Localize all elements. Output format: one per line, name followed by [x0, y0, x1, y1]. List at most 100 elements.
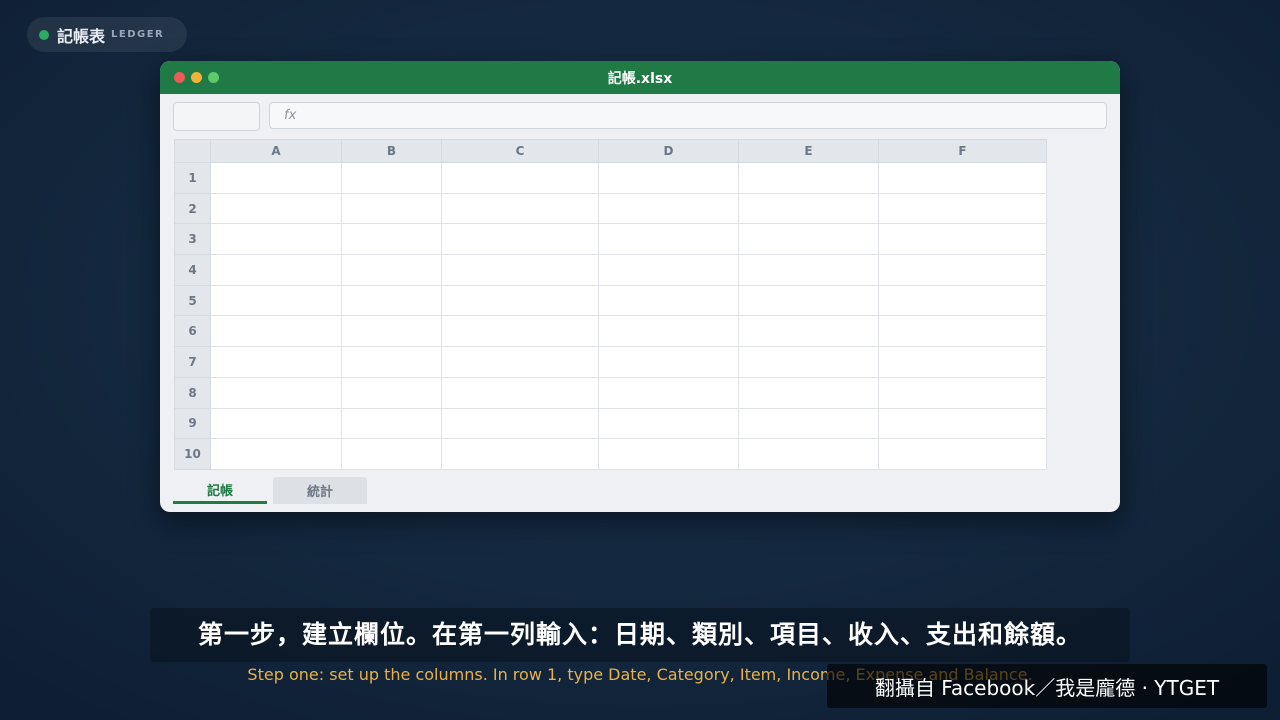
cell[interactable]: [878, 376, 1047, 409]
cell[interactable]: [738, 315, 879, 348]
cell[interactable]: [878, 284, 1047, 317]
cell[interactable]: [598, 284, 739, 317]
cell[interactable]: [210, 346, 342, 378]
cell[interactable]: [878, 346, 1047, 378]
cell[interactable]: [598, 315, 739, 348]
sheet-tab-active[interactable]: 記帳: [173, 477, 267, 504]
cell-grid: A B C D E F 1 2 3 4 5 6 7 8 9 10: [174, 139, 1047, 470]
cell[interactable]: [598, 438, 739, 470]
cell[interactable]: [738, 407, 879, 440]
grid-row: 7: [174, 346, 1047, 378]
row-header[interactable]: 5: [174, 284, 211, 317]
cell[interactable]: [210, 407, 342, 440]
cell[interactable]: [878, 438, 1047, 470]
cell[interactable]: [341, 315, 442, 348]
cell[interactable]: [598, 407, 739, 440]
column-header[interactable]: F: [878, 139, 1047, 163]
cell[interactable]: [341, 162, 442, 194]
cell[interactable]: [341, 254, 442, 286]
cell[interactable]: [878, 254, 1047, 286]
cell[interactable]: [341, 346, 442, 378]
grid-row: 4: [174, 254, 1047, 286]
cell[interactable]: [441, 284, 599, 317]
cell[interactable]: [341, 376, 442, 409]
cell[interactable]: [441, 315, 599, 348]
cell[interactable]: [441, 162, 599, 194]
spreadsheet-window: 記帳.xlsx fx A B C D E F 1 2 3 4 5 6 7 8 9 10 記帳 統計: [160, 61, 1120, 512]
row-header[interactable]: 8: [174, 376, 211, 409]
cell[interactable]: [878, 407, 1047, 440]
window-title: 記帳.xlsx: [607, 70, 673, 87]
cell[interactable]: [878, 315, 1047, 348]
cell[interactable]: [341, 407, 442, 440]
cell[interactable]: [878, 192, 1047, 225]
row-header[interactable]: 6: [174, 315, 211, 348]
close-button[interactable]: [174, 72, 185, 83]
row-header[interactable]: 4: [174, 254, 211, 286]
badge-subtitle: LEDGER: [111, 29, 165, 40]
cell[interactable]: [341, 192, 442, 225]
cell[interactable]: [341, 284, 442, 317]
cell[interactable]: [738, 223, 879, 256]
row-header[interactable]: 9: [174, 407, 211, 440]
cell[interactable]: [598, 254, 739, 286]
cell[interactable]: [210, 254, 342, 286]
select-all-corner[interactable]: [174, 139, 211, 163]
cell[interactable]: [738, 284, 879, 317]
row-header[interactable]: 7: [174, 346, 211, 378]
grid-row: 9: [174, 407, 1047, 440]
cell[interactable]: [441, 407, 599, 440]
cell[interactable]: [738, 376, 879, 409]
cell[interactable]: [878, 223, 1047, 256]
minimize-button[interactable]: [191, 72, 202, 83]
cell[interactable]: [210, 376, 342, 409]
cell[interactable]: [341, 223, 442, 256]
source-watermark: 翻攝自 Facebook／我是龐德 · YTGET: [827, 664, 1267, 708]
cell[interactable]: [738, 162, 879, 194]
row-header[interactable]: 10: [174, 438, 211, 470]
column-header[interactable]: B: [341, 139, 442, 163]
cell[interactable]: [598, 376, 739, 409]
cell[interactable]: [210, 162, 342, 194]
cell[interactable]: [210, 223, 342, 256]
cell[interactable]: [441, 376, 599, 409]
cell[interactable]: [738, 254, 879, 286]
badge-title: 記帳表: [57, 26, 106, 46]
window-controls: [174, 72, 219, 83]
column-header[interactable]: C: [441, 139, 599, 163]
cell[interactable]: [441, 223, 599, 256]
cell[interactable]: [210, 284, 342, 317]
row-header[interactable]: 2: [174, 192, 211, 225]
fx-icon: fx: [284, 108, 297, 123]
column-header[interactable]: A: [210, 139, 342, 163]
cell[interactable]: [598, 192, 739, 225]
cell[interactable]: [441, 254, 599, 286]
column-header[interactable]: D: [598, 139, 739, 163]
row-header[interactable]: 3: [174, 223, 211, 256]
cell[interactable]: [341, 438, 442, 470]
name-box[interactable]: [173, 102, 260, 131]
cell[interactable]: [738, 346, 879, 378]
cell[interactable]: [878, 162, 1047, 194]
cell[interactable]: [210, 438, 342, 470]
cell[interactable]: [598, 223, 739, 256]
cell[interactable]: [441, 346, 599, 378]
cell[interactable]: [441, 192, 599, 225]
cell[interactable]: [598, 346, 739, 378]
grid-row: 2: [174, 192, 1047, 225]
title-bar: 記帳.xlsx: [160, 61, 1120, 94]
cell[interactable]: [738, 192, 879, 225]
cell[interactable]: [738, 438, 879, 470]
column-header[interactable]: E: [738, 139, 879, 163]
sheet-tab[interactable]: 統計: [273, 477, 367, 504]
maximize-button[interactable]: [208, 72, 219, 83]
grid-row: 1: [174, 162, 1047, 194]
grid-row: 6: [174, 315, 1047, 348]
cell[interactable]: [210, 315, 342, 348]
cell[interactable]: [441, 438, 599, 470]
cell[interactable]: [210, 192, 342, 225]
row-header[interactable]: 1: [174, 162, 211, 194]
formula-input[interactable]: fx: [269, 102, 1107, 129]
cell[interactable]: [598, 162, 739, 194]
app-badge: 記帳表 LEDGER: [27, 17, 187, 52]
